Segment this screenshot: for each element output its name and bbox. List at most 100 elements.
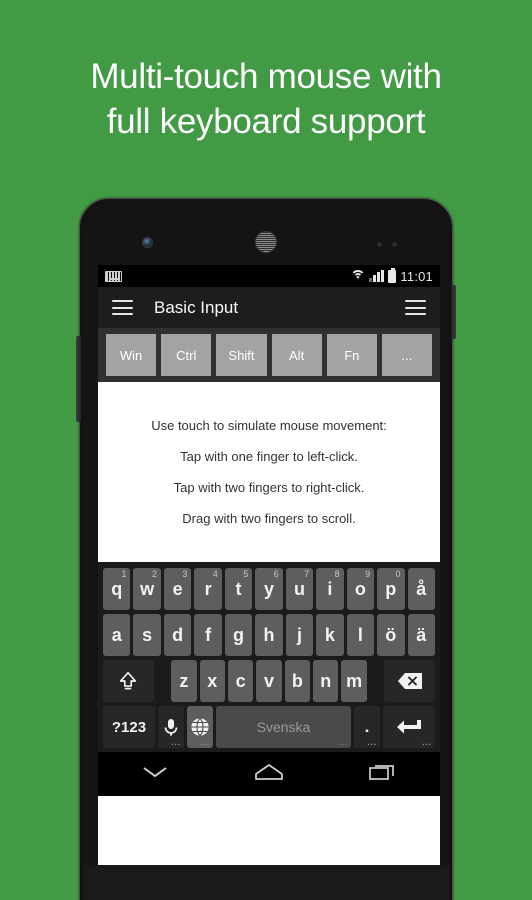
language-key[interactable]: ... (186, 706, 213, 748)
android-navigation-bar (98, 752, 440, 796)
key-k[interactable]: k (316, 614, 344, 656)
keyboard-row-4: ?123 ... ... Svenska ... . ... ... (100, 704, 438, 750)
modifier-key-alt[interactable]: Alt (271, 334, 322, 376)
modifier-key-fn[interactable]: Fn (326, 334, 377, 376)
touchpad-instruction-1: Tap with one finger to left-click. (180, 449, 358, 464)
key-label: e (172, 578, 183, 599)
key-number: 3 (182, 569, 188, 579)
key-y[interactable]: 6y (255, 568, 283, 610)
key-label: p (385, 578, 397, 599)
earpiece-speaker-icon (255, 231, 277, 253)
symbols-key[interactable]: ?123 (103, 706, 155, 748)
status-bar-system-icons: 11:01 (350, 267, 433, 284)
recent-apps-icon (368, 762, 398, 787)
key-more-dots: ... (338, 738, 349, 747)
key-number: 2 (151, 569, 157, 579)
key-label: w (140, 578, 155, 599)
key-j[interactable]: j (285, 614, 314, 656)
home-button[interactable] (246, 759, 292, 789)
keyboard-row-1: 1q 2w 3e 4r 5t 6y 7u 8i 9o 0p å (100, 566, 438, 612)
modifier-key-ctrl[interactable]: Ctrl (161, 334, 212, 376)
period-key[interactable]: . ... (354, 706, 381, 748)
home-icon (253, 762, 285, 787)
key-number: 7 (304, 569, 310, 579)
modifier-key-row: Win Ctrl Shift Alt Fn ... (98, 328, 440, 382)
key-w[interactable]: 2w (133, 568, 161, 610)
key-more-dots: ... (171, 738, 181, 747)
proximity-sensor-icon (377, 242, 382, 247)
symbols-key-label: ?123 (111, 718, 147, 736)
key-label: q (111, 578, 123, 599)
key-r[interactable]: 4r (194, 568, 222, 610)
enter-key[interactable]: ... (383, 706, 435, 748)
touchpad-area[interactable]: Use touch to simulate mouse movement: Ta… (98, 382, 440, 562)
key-s[interactable]: s (133, 614, 161, 656)
phone-body: 11:01 Basic Input Win Ctrl Shift Alt Fn … (83, 202, 449, 900)
power-button[interactable] (451, 285, 456, 339)
key-p[interactable]: 0p (377, 568, 405, 610)
key-l[interactable]: l (346, 614, 375, 656)
key-n[interactable]: n (313, 660, 339, 702)
status-bar: 11:01 (98, 265, 440, 287)
modifier-key-win[interactable]: Win (106, 334, 157, 376)
key-label: å (416, 578, 427, 599)
hamburger-menu-icon[interactable] (112, 300, 133, 315)
modifier-key-more[interactable]: ... (381, 334, 433, 376)
key-a[interactable]: a (103, 614, 131, 656)
key-odiaeresis[interactable]: ö (377, 614, 405, 656)
front-camera-icon (142, 237, 153, 248)
touchpad-instruction-0: Use touch to simulate mouse movement: (151, 418, 387, 433)
key-o[interactable]: 9o (346, 568, 375, 610)
key-adiaeresis[interactable]: ä (407, 614, 435, 656)
key-m[interactable]: m (341, 660, 367, 702)
cellular-signal-icon (369, 270, 385, 282)
key-more-dots: ... (367, 738, 378, 747)
volume-rocker-button[interactable] (76, 336, 81, 422)
period-key-label: . (364, 717, 370, 736)
key-b[interactable]: b (284, 660, 311, 702)
overflow-menu-icon[interactable] (405, 300, 426, 315)
key-number: 4 (212, 569, 218, 579)
key-number: 9 (365, 569, 371, 579)
backspace-key[interactable] (384, 660, 435, 702)
status-bar-clock: 11:01 (400, 268, 433, 284)
key-more-dots: ... (422, 738, 432, 747)
key-h[interactable]: h (255, 614, 283, 656)
key-number: 5 (243, 569, 249, 579)
keyboard-icon (105, 270, 122, 282)
headline-line-2: full keyboard support (106, 102, 426, 141)
hide-keyboard-chevron-icon (140, 764, 170, 785)
key-e[interactable]: 3e (163, 568, 192, 610)
key-x[interactable]: x (199, 660, 225, 702)
key-i[interactable]: 8i (316, 568, 344, 610)
key-more-dots: ... (200, 738, 210, 747)
key-c[interactable]: c (227, 660, 254, 702)
key-d[interactable]: d (163, 614, 192, 656)
shift-key[interactable] (103, 660, 154, 702)
phone-mockup: 11:01 Basic Input Win Ctrl Shift Alt Fn … (76, 198, 456, 900)
key-label: i (327, 578, 333, 599)
space-key[interactable]: Svenska ... (215, 706, 352, 748)
headline: Multi-touch mouse with full keyboard sup… (0, 54, 532, 144)
key-number: 1 (121, 569, 127, 579)
key-f[interactable]: f (194, 614, 222, 656)
key-g[interactable]: g (224, 614, 253, 656)
key-v[interactable]: v (256, 660, 282, 702)
phone-bottom-bezel (83, 865, 449, 900)
key-q[interactable]: 1q (103, 568, 131, 610)
keyboard-row-2: a s d f g h j k l ö ä (100, 612, 438, 658)
keyboard-row-3: z x c v b n m (100, 658, 438, 704)
wifi-icon (350, 270, 366, 282)
globe-language-icon (190, 717, 210, 737)
key-t[interactable]: 5t (224, 568, 253, 610)
status-bar-notifications (105, 270, 350, 282)
microphone-key[interactable]: ... (157, 706, 184, 748)
key-u[interactable]: 7u (285, 568, 314, 610)
key-label: t (235, 578, 242, 599)
recent-apps-button[interactable] (360, 759, 406, 789)
key-aring[interactable]: å (407, 568, 435, 610)
key-number: 0 (395, 569, 401, 579)
key-z[interactable]: z (171, 660, 197, 702)
modifier-key-shift[interactable]: Shift (216, 334, 267, 376)
hide-keyboard-button[interactable] (132, 759, 178, 789)
